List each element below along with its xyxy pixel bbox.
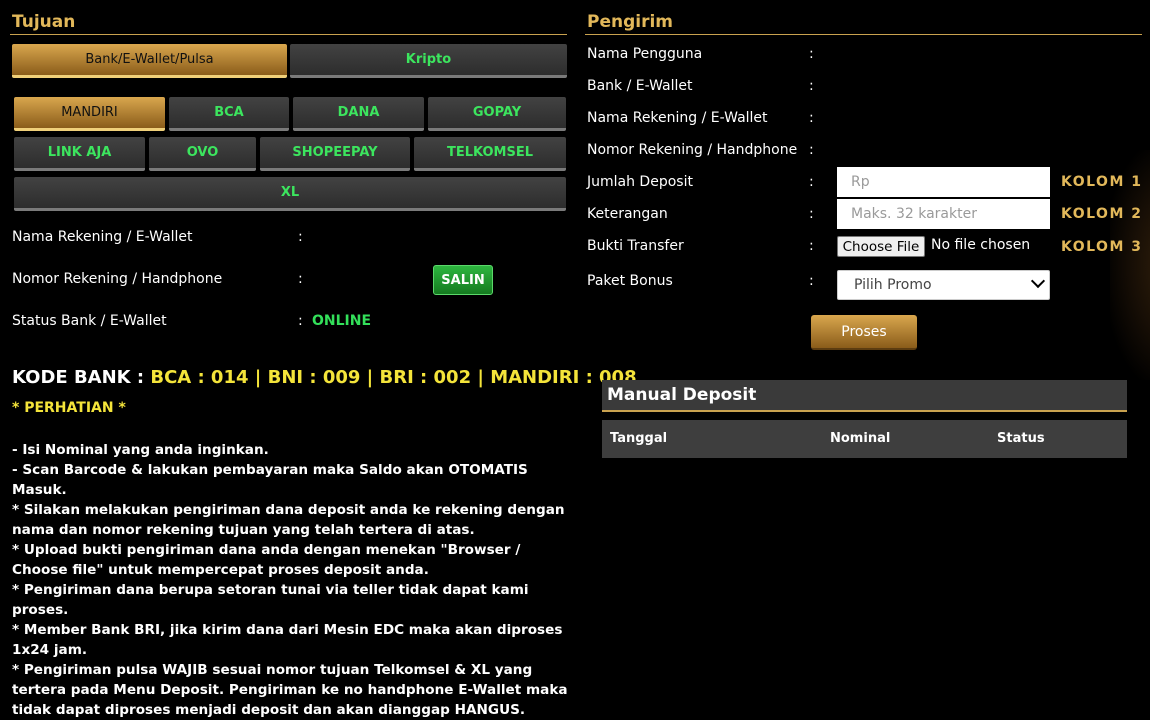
bank-button-ovo[interactable]: OVO xyxy=(149,137,256,171)
deposit-amount-input[interactable] xyxy=(837,167,1050,197)
chevron-down-icon xyxy=(1030,273,1046,289)
sender-username-colon: : xyxy=(809,46,814,62)
bank-code-line: KODE BANK : BCA : 014 | BNI : 009 | BRI … xyxy=(12,367,637,388)
choose-file-button[interactable]: Choose File xyxy=(837,236,925,257)
note-item: - Scan Barcode & lakukan pembayaran maka… xyxy=(12,462,528,498)
sender-account-name-label: Nama Rekening / E-Wallet xyxy=(587,110,768,126)
sender-bank-colon: : xyxy=(809,78,814,94)
note-input[interactable] xyxy=(837,199,1050,229)
status-badge: ONLINE xyxy=(312,313,372,329)
promo-select-value: Pilih Promo xyxy=(854,277,932,293)
bank-button-shopeepay[interactable]: SHOPEEPAY xyxy=(260,137,410,171)
sender-account-number-label: Nomor Rekening / Handphone xyxy=(587,142,798,158)
kolom-3-label: KOLOM 3 xyxy=(1061,239,1143,255)
pengirim-title: Pengirim xyxy=(587,12,674,32)
dest-account-name-colon: : xyxy=(298,229,303,245)
copy-button[interactable]: SALIN xyxy=(433,265,493,295)
note-field-label: Keterangan xyxy=(587,206,668,222)
transfer-proof-label: Bukti Transfer xyxy=(587,238,684,254)
sender-bank-label: Bank / E-Wallet xyxy=(587,78,693,94)
note-item: - Isi Nominal yang anda inginkan. xyxy=(12,442,269,458)
note-item: * Pengiriman dana berupa setoran tunai v… xyxy=(12,582,529,618)
pengirim-divider xyxy=(585,34,1142,35)
deposit-amount-label: Jumlah Deposit xyxy=(587,174,693,190)
dest-account-name-label: Nama Rekening / E-Wallet xyxy=(12,229,193,245)
dest-account-number-colon: : xyxy=(298,271,303,287)
submit-button[interactable]: Proses xyxy=(811,315,917,350)
sender-username-label: Nama Pengguna xyxy=(587,46,703,62)
kolom-1-label: KOLOM 1 xyxy=(1061,174,1143,190)
bank-button-mandiri[interactable]: MANDIRI xyxy=(14,97,165,131)
column-header-date: Tanggal xyxy=(610,431,668,446)
bank-button-dana[interactable]: DANA xyxy=(293,97,424,131)
bank-code-prefix: KODE BANK : xyxy=(12,367,151,388)
bank-button-gopay[interactable]: GOPAY xyxy=(428,97,566,131)
note-item: * Silakan melakukan pengiriman dana depo… xyxy=(12,502,565,538)
note-item: * Member Bank BRI, jika kirim dana dari … xyxy=(12,622,563,658)
manual-deposit-title: Manual Deposit xyxy=(602,380,1127,410)
sender-account-name-colon: : xyxy=(809,110,814,126)
bonus-package-colon: : xyxy=(809,273,814,289)
note-item: * Pengiriman pulsa WAJIB sesuai nomor tu… xyxy=(12,662,568,718)
manual-deposit-table-header: Tanggal Nominal Status xyxy=(602,420,1127,458)
bank-status-colon: : xyxy=(298,313,303,329)
kolom-2-label: KOLOM 2 xyxy=(1061,206,1143,222)
transfer-proof-colon: : xyxy=(809,238,814,254)
manual-deposit-divider xyxy=(602,410,1127,412)
notes-list: - Isi Nominal yang anda inginkan. - Scan… xyxy=(12,440,572,720)
tab-bank-ewallet-pulsa[interactable]: Bank/E-Wallet/Pulsa xyxy=(12,44,287,78)
note-item: * Upload bukti pengiriman dana anda deng… xyxy=(12,542,521,578)
attention-heading: * PERHATIAN * xyxy=(12,400,126,416)
dest-account-number-label: Nomor Rekening / Handphone xyxy=(12,271,223,287)
bonus-package-label: Paket Bonus xyxy=(587,273,673,289)
file-status-text: No file chosen xyxy=(931,237,1031,253)
tab-kripto[interactable]: Kripto xyxy=(290,44,567,78)
bank-button-bca[interactable]: BCA xyxy=(169,97,289,131)
bank-button-telkomsel[interactable]: TELKOMSEL xyxy=(414,137,566,171)
bank-button-xl[interactable]: XL xyxy=(14,177,566,211)
note-field-colon: : xyxy=(809,206,814,222)
bank-code-values: BCA : 014 | BNI : 009 | BRI : 002 | MAND… xyxy=(150,367,637,388)
sender-account-number-colon: : xyxy=(809,142,814,158)
tujuan-title: Tujuan xyxy=(12,12,76,32)
promo-select[interactable]: Pilih Promo xyxy=(837,270,1050,300)
deposit-amount-colon: : xyxy=(809,174,814,190)
bank-button-link-aja[interactable]: LINK AJA xyxy=(14,137,145,171)
tujuan-divider xyxy=(10,34,567,35)
column-header-amount: Nominal xyxy=(830,431,891,446)
bank-status-label: Status Bank / E-Wallet xyxy=(12,313,167,329)
column-header-status: Status xyxy=(997,431,1045,446)
